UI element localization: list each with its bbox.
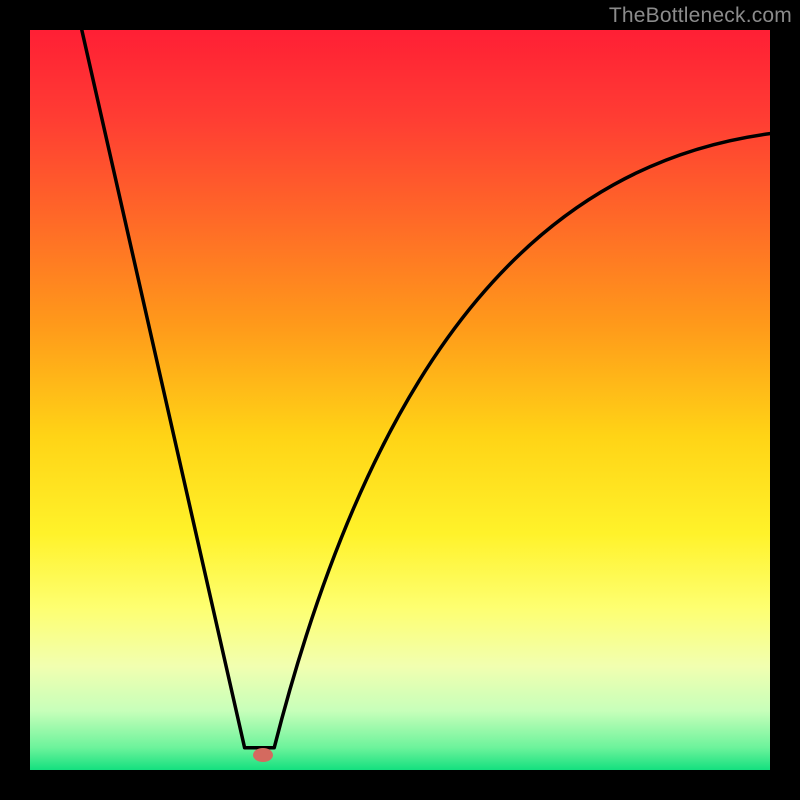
chart-frame: TheBottleneck.com [0,0,800,800]
bottleneck-curve [30,30,770,770]
watermark-text: TheBottleneck.com [609,4,792,28]
plot-area [30,30,770,770]
optimal-point-marker [253,748,273,762]
